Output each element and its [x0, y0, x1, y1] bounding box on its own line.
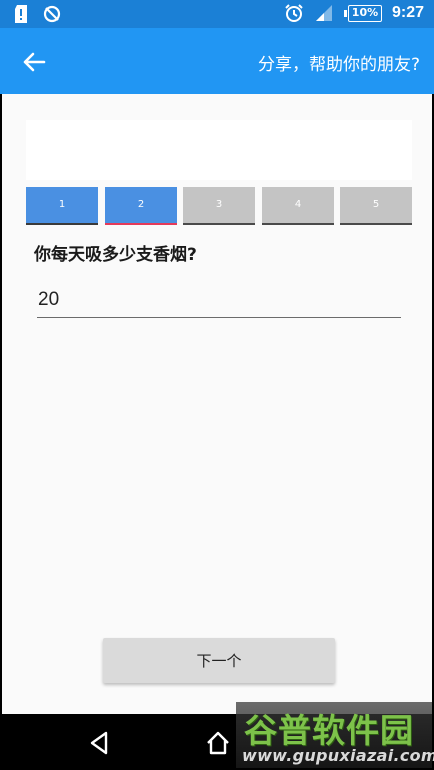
battery-indicator: 10% — [343, 4, 382, 22]
step-2[interactable]: 2 — [105, 187, 177, 225]
step-indicator: 1 2 3 4 5 — [26, 187, 414, 225]
watermark-logo: 谷普软件园 www.gupuxiazai.com — [236, 702, 434, 768]
signal-icon — [315, 5, 332, 21]
step-5[interactable]: 5 — [340, 187, 412, 225]
step-1[interactable]: 1 — [26, 187, 98, 225]
arrow-left-icon[interactable] — [20, 48, 48, 76]
battery-tip — [343, 9, 347, 17]
step-3[interactable]: 3 — [183, 187, 255, 225]
question-label: 你每天吸多少支香烟? — [34, 245, 197, 265]
app-bar: 分享，帮助你的朋友? — [0, 28, 434, 94]
main-content: 1 2 3 4 5 你每天吸多少支香烟? 下一个 — [2, 94, 432, 714]
step-4[interactable]: 4 — [262, 187, 334, 225]
home-icon[interactable] — [203, 728, 233, 758]
watermark-url: www.gupuxiazai.com — [242, 746, 434, 765]
cigarettes-per-day-input[interactable] — [37, 282, 401, 318]
alarm-icon — [285, 4, 303, 22]
battery-level: 10% — [347, 4, 382, 22]
clock: 9:27 — [391, 4, 424, 21]
sync-disabled-icon — [43, 5, 61, 23]
sd-card-icon — [15, 5, 27, 23]
page-title: 分享，帮助你的朋友? — [257, 55, 420, 75]
watermark-title: 谷普软件园 — [244, 711, 414, 750]
triangle-back-icon[interactable] — [84, 728, 114, 758]
banner-area — [26, 120, 412, 180]
next-button[interactable]: 下一个 — [103, 638, 335, 683]
status-bar: 10% 9:27 — [0, 0, 434, 28]
